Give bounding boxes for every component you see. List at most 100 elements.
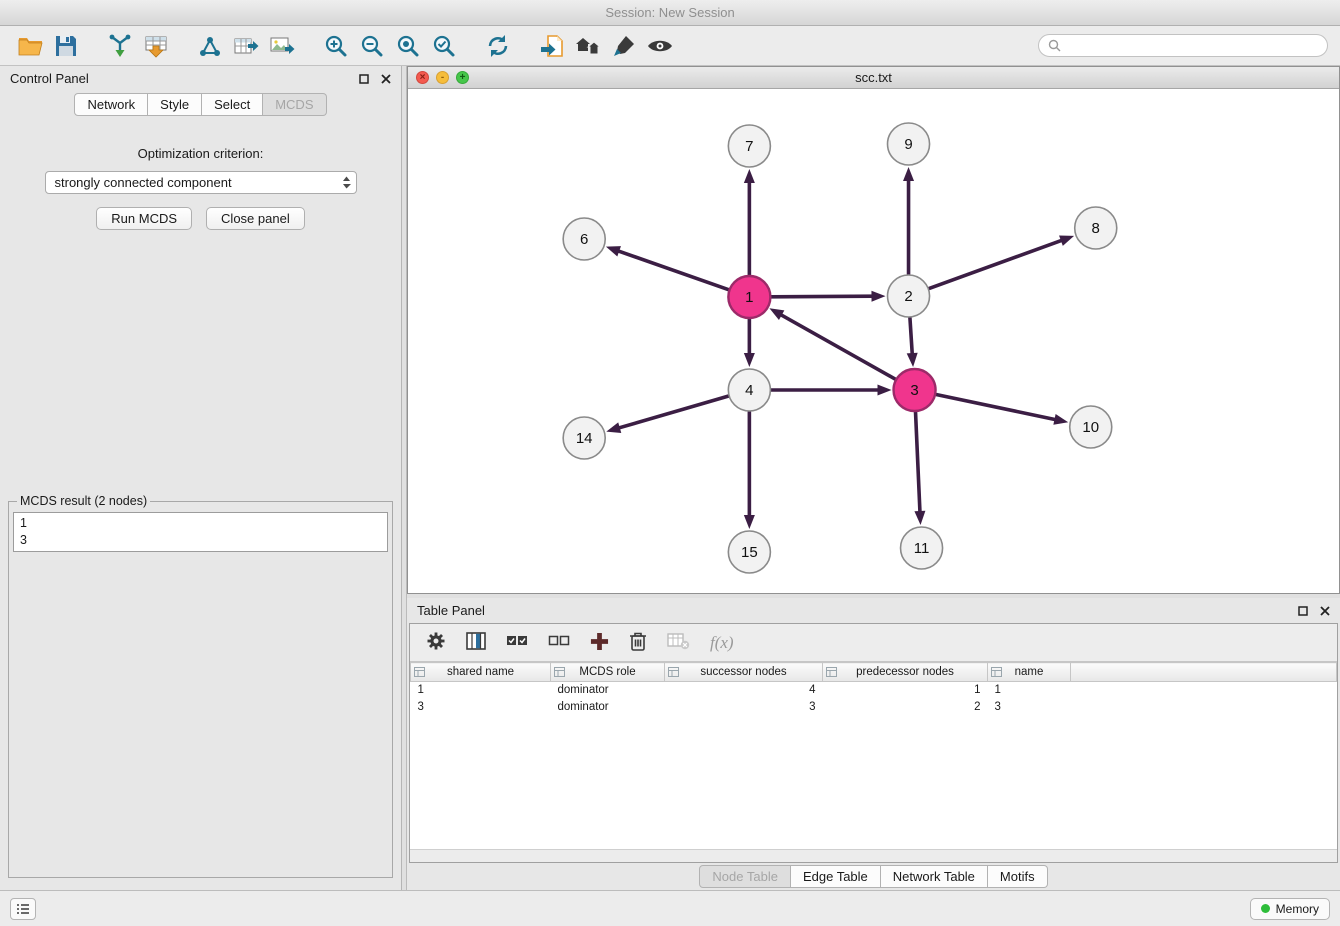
node-14[interactable]: 14: [563, 417, 605, 459]
cell-mcds-role[interactable]: dominator: [551, 682, 665, 699]
import-network-icon: [108, 34, 132, 58]
node-4[interactable]: 4: [728, 369, 770, 411]
close-mcds-panel-button[interactable]: Close panel: [206, 207, 305, 230]
deselect-all-button[interactable]: [548, 633, 570, 652]
export-network-button[interactable]: [192, 30, 228, 62]
zoom-fit-button[interactable]: [390, 30, 426, 62]
optimization-select[interactable]: strongly connected component: [45, 171, 357, 194]
column-header-successor-nodes[interactable]: successor nodes: [665, 663, 823, 682]
cell-shared-name[interactable]: 3: [411, 699, 551, 716]
search-box[interactable]: [1038, 34, 1328, 57]
node-1[interactable]: 1: [728, 276, 770, 318]
table-row[interactable]: 3dominator323: [411, 699, 1337, 716]
function-builder-button[interactable]: f(x): [710, 633, 734, 653]
edge-1-6[interactable]: [606, 246, 729, 290]
home-button[interactable]: [570, 30, 606, 62]
task-history-button[interactable]: [10, 898, 36, 920]
table-tab-edge-table[interactable]: Edge Table: [791, 865, 881, 888]
select-all-button[interactable]: [506, 633, 528, 652]
node-8[interactable]: 8: [1075, 207, 1117, 249]
svg-text:10: 10: [1082, 419, 1099, 436]
column-header-predecessor-nodes[interactable]: predecessor nodes: [823, 663, 988, 682]
node-3[interactable]: 3: [894, 369, 936, 411]
cell-successor-nodes[interactable]: 4: [665, 682, 823, 699]
edge-4-15[interactable]: [744, 412, 755, 529]
zoom-out-button[interactable]: [354, 30, 390, 62]
node-6[interactable]: 6: [563, 218, 605, 260]
column-header-mcds-role[interactable]: MCDS role: [551, 663, 665, 682]
table-tab-network-table[interactable]: Network Table: [881, 865, 988, 888]
open-session-button[interactable]: [12, 30, 48, 62]
node-2[interactable]: 2: [888, 275, 930, 317]
zoom-selected-button[interactable]: [426, 30, 462, 62]
search-input[interactable]: [1067, 39, 1318, 53]
show-hide-button[interactable]: [642, 30, 678, 62]
tab-network[interactable]: Network: [74, 93, 148, 116]
run-mcds-button[interactable]: Run MCDS: [96, 207, 192, 230]
cell-name[interactable]: 1: [988, 682, 1071, 699]
export-image-button[interactable]: [264, 30, 300, 62]
session-group: [12, 30, 84, 62]
cell-name[interactable]: 3: [988, 699, 1071, 716]
cell-mcds-role[interactable]: dominator: [551, 699, 665, 716]
maximize-window-icon[interactable]: +: [456, 71, 469, 84]
refresh-view-button[interactable]: [480, 30, 516, 62]
import-table-file-button[interactable]: [138, 30, 174, 62]
import-database-button[interactable]: [534, 30, 570, 62]
network-canvas[interactable]: 7 9 6 8 1 2 4 3 14 10 15 11: [408, 89, 1339, 593]
cell-successor-nodes[interactable]: 3: [665, 699, 823, 716]
table-tab-motifs[interactable]: Motifs: [988, 865, 1048, 888]
save-session-button[interactable]: [48, 30, 84, 62]
window-titlebar[interactable]: Session: New Session: [0, 0, 1340, 26]
minimize-window-icon[interactable]: -: [436, 71, 449, 84]
edge-4-3[interactable]: [771, 385, 891, 396]
table-settings-button[interactable]: [426, 631, 446, 654]
table-horizontal-scrollbar[interactable]: [410, 849, 1337, 862]
network-window-titlebar[interactable]: × - + scc.txt: [408, 67, 1339, 89]
memory-button[interactable]: Memory: [1250, 898, 1330, 920]
mcds-result-list[interactable]: 13: [13, 512, 388, 552]
zoom-in-button[interactable]: [318, 30, 354, 62]
tab-mcds[interactable]: MCDS: [263, 93, 326, 116]
edge-1-4[interactable]: [744, 319, 755, 367]
edge-1-2[interactable]: [771, 291, 885, 302]
delete-column-button[interactable]: [629, 631, 647, 654]
create-column-button[interactable]: [590, 632, 609, 654]
node-9[interactable]: 9: [888, 123, 930, 165]
edge-3-10[interactable]: [936, 395, 1068, 425]
table-tab-node-table[interactable]: Node Table: [699, 865, 791, 888]
edge-1-7[interactable]: [744, 169, 755, 275]
tab-style[interactable]: Style: [148, 93, 202, 116]
node-7[interactable]: 7: [728, 125, 770, 167]
node-10[interactable]: 10: [1070, 406, 1112, 448]
node-15[interactable]: 15: [728, 531, 770, 573]
edge-2-3[interactable]: [907, 318, 918, 367]
delete-table-button[interactable]: [667, 632, 690, 653]
apply-style-button[interactable]: [606, 30, 642, 62]
cell-shared-name[interactable]: 1: [411, 682, 551, 699]
columns-icon: [466, 631, 486, 651]
export-table-button[interactable]: [228, 30, 264, 62]
import-network-file-button[interactable]: [102, 30, 138, 62]
close-window-icon[interactable]: ×: [416, 71, 429, 84]
edge-2-9[interactable]: [903, 167, 914, 274]
zoom-selected-icon: [432, 34, 456, 58]
cell-predecessor-nodes[interactable]: 2: [823, 699, 988, 716]
column-header-shared-name[interactable]: shared name: [411, 663, 551, 682]
memory-status-icon: [1261, 904, 1270, 913]
table-row[interactable]: 1dominator411: [411, 682, 1337, 699]
edge-4-14[interactable]: [606, 396, 728, 433]
column-header-name[interactable]: name: [988, 663, 1071, 682]
node-11[interactable]: 11: [901, 527, 943, 569]
float-panel-icon[interactable]: [359, 74, 369, 84]
tab-select[interactable]: Select: [202, 93, 263, 116]
edge-3-1[interactable]: [769, 308, 895, 379]
edge-3-11[interactable]: [914, 412, 925, 525]
close-table-panel-icon[interactable]: [1320, 606, 1330, 616]
cell-predecessor-nodes[interactable]: 1: [823, 682, 988, 699]
import-group: [102, 30, 174, 62]
show-columns-button[interactable]: [466, 631, 486, 654]
close-panel-icon[interactable]: [381, 74, 391, 84]
edge-2-8[interactable]: [929, 235, 1074, 288]
float-table-panel-icon[interactable]: [1298, 606, 1308, 616]
